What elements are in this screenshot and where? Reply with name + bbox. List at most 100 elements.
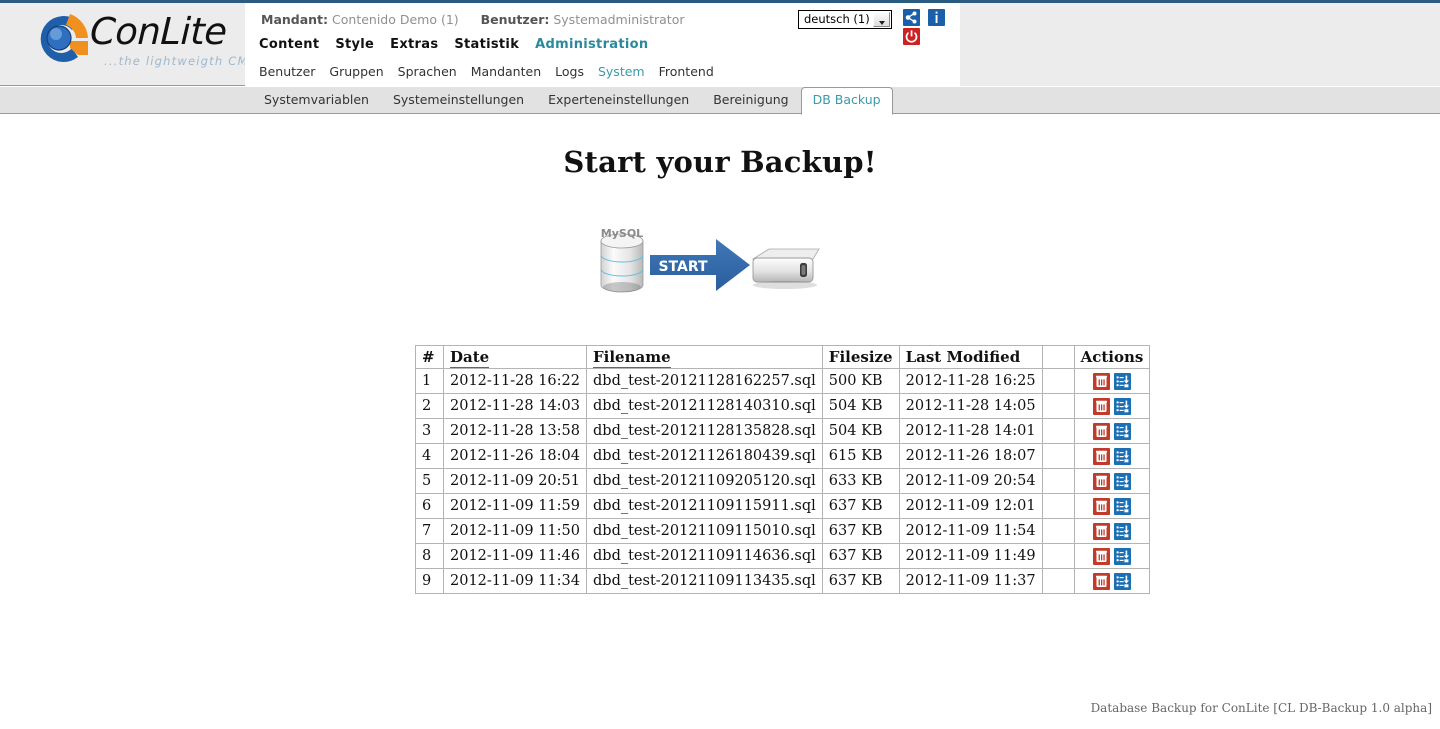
delete-backup-icon[interactable] [1092, 447, 1110, 465]
header-icon-group [903, 9, 960, 47]
language-select[interactable]: deutsch (1) [798, 10, 892, 29]
logout-power-icon[interactable] [903, 28, 920, 45]
download-backup-icon[interactable] [1113, 497, 1131, 515]
mandant-value: Contenido Demo (1) [332, 12, 459, 27]
svg-text:START: START [658, 259, 708, 275]
tab-strip: Systemvariablen Systemeinstellungen Expert… [0, 87, 1440, 115]
subnav-item-mandanten[interactable]: Mandanten [471, 64, 541, 79]
table-header-row: # Date Filename Filesize Last Modified A… [415, 345, 1151, 369]
info-icon[interactable] [928, 9, 946, 26]
cell-date: 2012-11-26 18:04 [443, 443, 587, 469]
subnav-item-system[interactable]: System [598, 64, 645, 79]
nav-item-statistik[interactable]: Statistik [454, 37, 519, 52]
nav-panel: Mandant: Contenido Demo (1) Benutzer: Sy… [245, 3, 960, 86]
benutzer-value: Systemadministrator [553, 12, 685, 27]
cell-actions [1073, 418, 1151, 444]
cell-filename: dbd_test-20121109115911.sql [586, 493, 823, 519]
cell-actions [1073, 393, 1151, 419]
cell-last-modified: 2012-11-28 14:01 [898, 418, 1043, 444]
subnav-item-frontend[interactable]: Frontend [659, 64, 714, 79]
delete-backup-icon[interactable] [1092, 472, 1110, 490]
cell-number: 3 [415, 418, 444, 444]
cell-date: 2012-11-28 13:58 [443, 418, 587, 444]
header-date-label[interactable]: Date [450, 348, 490, 368]
cell-filename: dbd_test-20121109114636.sql [586, 543, 823, 569]
header-last-modified: Last Modified [898, 345, 1043, 369]
subnav-item-benutzer[interactable]: Benutzer [259, 64, 315, 79]
download-backup-icon[interactable] [1113, 522, 1131, 540]
start-backup-button[interactable]: MySQL START [595, 225, 835, 305]
cell-date: 2012-11-09 11:50 [443, 518, 587, 544]
cell-blank [1041, 493, 1075, 519]
download-backup-icon[interactable] [1113, 422, 1131, 440]
brand-name: ConLite [89, 10, 228, 53]
cell-last-modified: 2012-11-28 16:25 [898, 368, 1043, 394]
cell-last-modified: 2012-11-09 11:54 [898, 518, 1043, 544]
cell-filesize: 504 KB [821, 393, 900, 419]
table-row: 1 2012-11-28 16:22 dbd_test-20121128162257… [415, 368, 1151, 394]
tab-db-backup[interactable]: DB Backup [800, 87, 893, 115]
download-backup-icon[interactable] [1113, 447, 1131, 465]
chevron-down-icon[interactable] [873, 12, 890, 27]
cell-date: 2012-11-09 11:46 [443, 543, 587, 569]
delete-backup-icon[interactable] [1092, 372, 1110, 390]
main-navigation: Content Style Extras Statistik Administratio… [259, 37, 664, 52]
cell-actions [1073, 518, 1151, 544]
delete-backup-icon[interactable] [1092, 422, 1110, 440]
cell-filesize: 637 KB [821, 543, 900, 569]
conlite-logo-icon [26, 8, 92, 70]
table-row: 8 2012-11-09 11:46 dbd_test-20121109114636… [415, 543, 1151, 569]
tab-systemvariablen[interactable]: Systemvariablen [252, 87, 381, 114]
cell-number: 9 [415, 568, 444, 594]
cell-blank [1041, 368, 1075, 394]
download-backup-icon[interactable] [1113, 547, 1131, 565]
nav-item-administration[interactable]: Administration [535, 37, 648, 52]
cell-actions [1073, 368, 1151, 394]
cell-blank [1041, 518, 1075, 544]
header-filename[interactable]: Filename [586, 345, 823, 369]
brand-logo[interactable]: ConLite ...the lightweigth CMS [26, 6, 256, 78]
cell-filename: dbd_test-20121126180439.sql [586, 443, 823, 469]
tab-bereinigung[interactable]: Bereinigung [701, 87, 800, 114]
header-filename-label[interactable]: Filename [593, 348, 671, 368]
brand-tagline: ...the lightweigth CMS [104, 54, 258, 68]
nav-item-extras[interactable]: Extras [390, 37, 438, 52]
download-backup-icon[interactable] [1113, 472, 1131, 490]
cell-actions [1073, 568, 1151, 594]
header-blank [1041, 345, 1075, 369]
tab-systemeinstellungen[interactable]: Systemeinstellungen [381, 87, 536, 114]
svg-text:MySQL: MySQL [601, 227, 643, 240]
cell-last-modified: 2012-11-09 11:37 [898, 568, 1043, 594]
tab-experteneinstellungen[interactable]: Experteneinstellungen [536, 87, 701, 114]
download-backup-icon[interactable] [1113, 372, 1131, 390]
header-date[interactable]: Date [443, 345, 587, 369]
cell-blank [1041, 393, 1075, 419]
main-content: Start your Backup! MySQL START # Date Fi… [0, 115, 1440, 729]
session-info: Mandant: Contenido Demo (1) Benutzer: Sy… [261, 12, 685, 27]
cell-filesize: 615 KB [821, 443, 900, 469]
cell-date: 2012-11-09 20:51 [443, 468, 587, 494]
cell-last-modified: 2012-11-09 12:01 [898, 493, 1043, 519]
subnav-item-sprachen[interactable]: Sprachen [398, 64, 457, 79]
delete-backup-icon[interactable] [1092, 547, 1110, 565]
cell-blank [1041, 418, 1075, 444]
cell-actions [1073, 543, 1151, 569]
delete-backup-icon[interactable] [1092, 497, 1110, 515]
table-row: 6 2012-11-09 11:59 dbd_test-20121109115911… [415, 493, 1151, 519]
footer-credit: Database Backup for ConLite [CL DB-Backu… [1090, 701, 1432, 715]
download-backup-icon[interactable] [1113, 572, 1131, 590]
page-title: Start your Backup! [563, 145, 877, 179]
delete-backup-icon[interactable] [1092, 522, 1110, 540]
cell-date: 2012-11-09 11:59 [443, 493, 587, 519]
cell-last-modified: 2012-11-26 18:07 [898, 443, 1043, 469]
nav-item-style[interactable]: Style [335, 37, 374, 52]
subnav-item-logs[interactable]: Logs [555, 64, 584, 79]
subnav-item-gruppen[interactable]: Gruppen [329, 64, 383, 79]
cell-filename: dbd_test-20121109115010.sql [586, 518, 823, 544]
nav-item-content[interactable]: Content [259, 37, 319, 52]
download-backup-icon[interactable] [1113, 397, 1131, 415]
cell-actions [1073, 443, 1151, 469]
delete-backup-icon[interactable] [1092, 397, 1110, 415]
share-icon[interactable] [903, 9, 920, 26]
delete-backup-icon[interactable] [1092, 572, 1110, 590]
